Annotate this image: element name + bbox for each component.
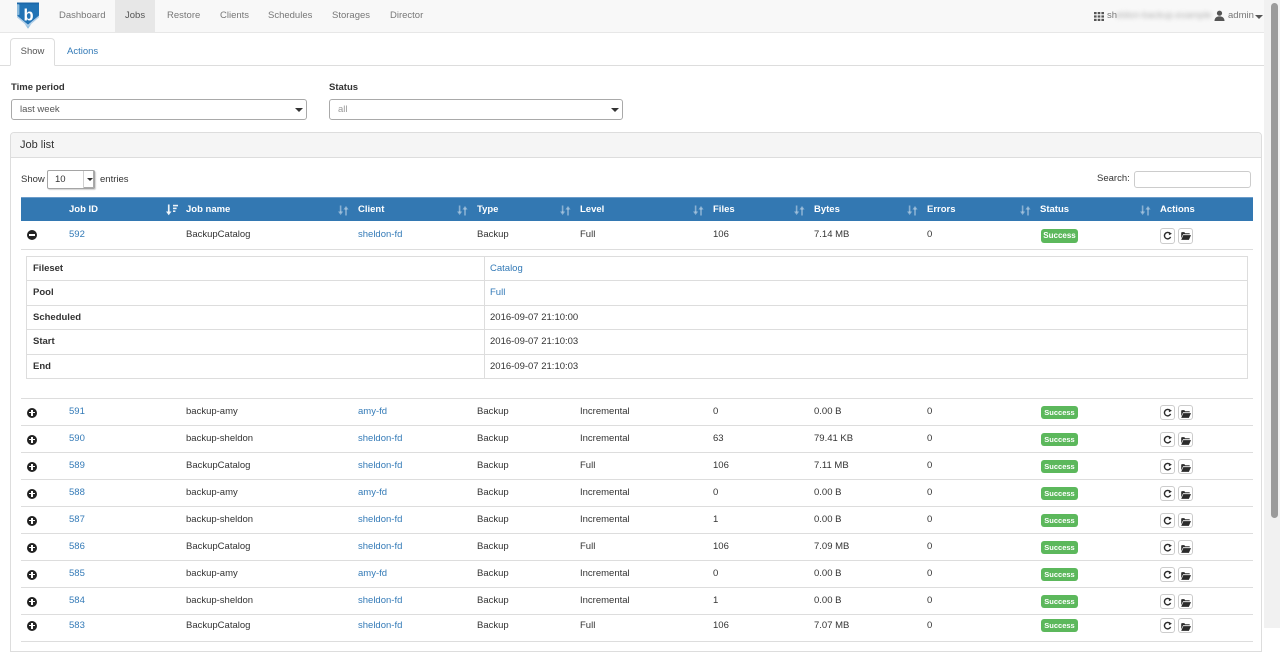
svg-text:b: b [24, 7, 34, 25]
